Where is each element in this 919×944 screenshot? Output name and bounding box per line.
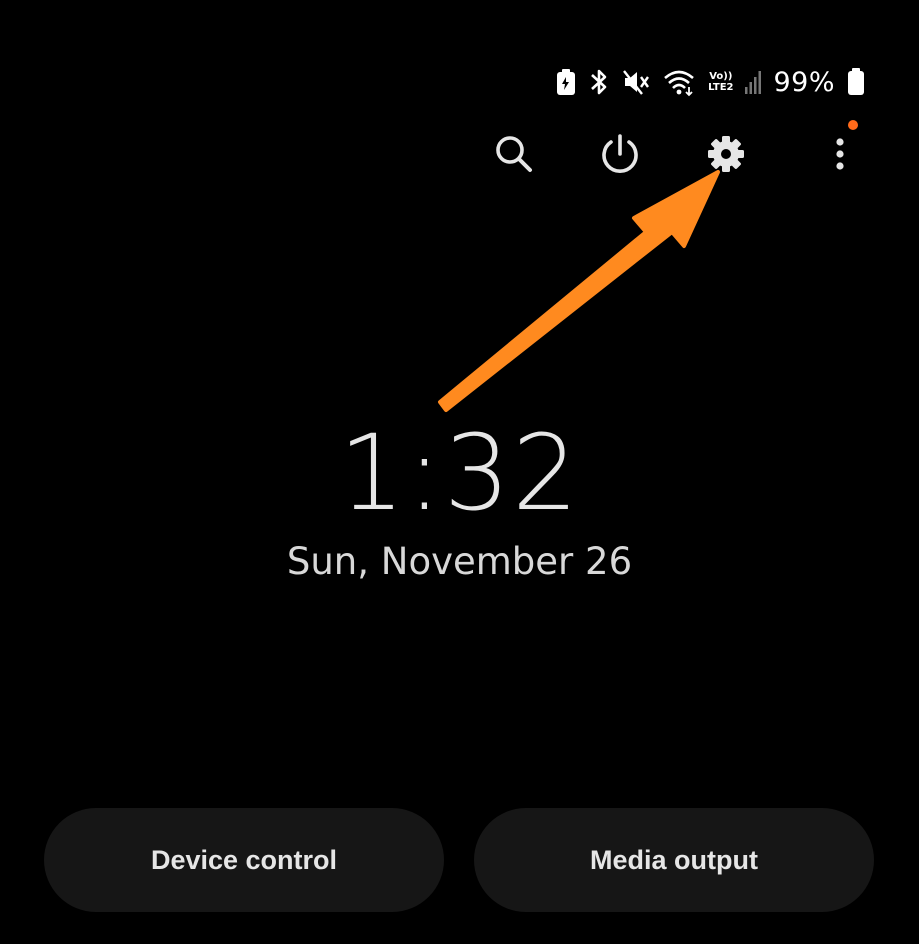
notification-dot (848, 120, 858, 130)
more-options-icon (836, 138, 844, 170)
volte-icon: Vo)) LTE2 (708, 71, 733, 93)
status-bar: Vo)) LTE2 99% (556, 62, 865, 102)
wifi-icon (662, 67, 696, 97)
media-output-label: Media output (590, 844, 758, 875)
mute-icon (622, 68, 650, 96)
battery-icon (847, 67, 865, 97)
search-button[interactable] (484, 124, 544, 184)
more-options-button[interactable] (802, 120, 862, 184)
lte-label: LTE2 (708, 82, 734, 93)
device-control-label: Device control (150, 844, 338, 875)
volte-label: Vo)) (709, 71, 733, 82)
power-button[interactable] (590, 124, 650, 184)
device-control-button[interactable]: Device control (44, 808, 444, 912)
search-icon (496, 136, 532, 172)
settings-icon (708, 136, 744, 172)
clock-time: 1:32 (338, 412, 581, 534)
clock-date: Sun, November 26 (286, 540, 633, 583)
battery-saver-icon (556, 68, 576, 96)
media-output-button[interactable]: Media output (474, 808, 874, 912)
settings-button[interactable] (696, 124, 756, 184)
power-icon (602, 134, 638, 173)
battery-percent: 99% (773, 66, 835, 98)
bluetooth-icon (588, 67, 610, 97)
quick-panel-toolbar (0, 120, 919, 184)
signal-icon (745, 68, 762, 96)
